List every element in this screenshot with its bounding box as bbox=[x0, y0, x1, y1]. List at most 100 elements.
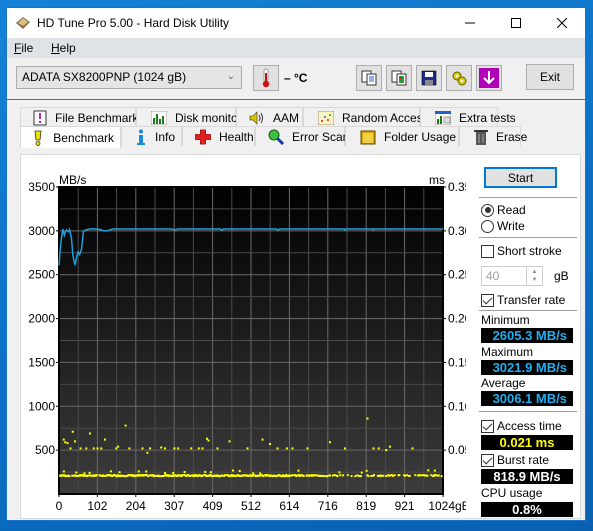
short-stroke-box[interactable] bbox=[481, 244, 494, 258]
access-time-checkbox[interactable]: Access time bbox=[481, 419, 562, 433]
tab-random-access[interactable]: Random Access bbox=[303, 107, 429, 127]
tab-label: Disk monitor bbox=[175, 110, 242, 125]
copy-text-button[interactable] bbox=[356, 65, 382, 91]
radio-write[interactable]: Write bbox=[481, 219, 525, 233]
access-time-point bbox=[259, 472, 262, 475]
start-button[interactable]: Start bbox=[484, 167, 557, 188]
access-time-point bbox=[124, 424, 127, 427]
burst-rate-box[interactable] bbox=[481, 453, 494, 467]
access-time-point bbox=[181, 474, 184, 477]
close-button[interactable] bbox=[539, 8, 585, 38]
download-button[interactable] bbox=[476, 65, 502, 91]
menu-file[interactable]: File bbox=[14, 41, 33, 55]
tab-aam[interactable]: AAM bbox=[236, 107, 303, 127]
y-left-tick-label: 3500 bbox=[28, 180, 55, 194]
access-time-point bbox=[83, 472, 86, 475]
access-time-point bbox=[62, 470, 65, 473]
tab-label: File Benchmark bbox=[55, 110, 139, 125]
tab-extra-tests[interactable]: Extra tests bbox=[420, 107, 516, 127]
access-time-point bbox=[331, 474, 334, 477]
access-time-point bbox=[365, 469, 368, 472]
access-time-point bbox=[149, 447, 151, 450]
tab-label: Folder Usage bbox=[384, 129, 457, 144]
drive-select[interactable]: ADATA SX8200PNP (1024 gB) ⌄ bbox=[16, 66, 242, 89]
temperature-button[interactable] bbox=[253, 65, 279, 91]
tab-file-benchmark[interactable]: File Benchmark bbox=[20, 107, 139, 127]
maximum-value: 3021.9 MB/s bbox=[481, 360, 573, 375]
transfer-rate-box[interactable] bbox=[481, 293, 494, 307]
access-time-point bbox=[206, 437, 208, 440]
access-time-point bbox=[221, 474, 224, 477]
radio-read[interactable]: Read bbox=[481, 203, 526, 217]
x-tick-label: 921 bbox=[395, 499, 415, 513]
tab-benchmark[interactable]: Benchmark bbox=[20, 126, 121, 148]
access-time-point bbox=[145, 470, 148, 473]
tab-error-scan[interactable]: Error Scan bbox=[255, 126, 349, 146]
access-time-point bbox=[274, 475, 277, 478]
access-time-point bbox=[333, 474, 336, 477]
short-stroke-label: Short stroke bbox=[497, 244, 562, 258]
radio-write-label: Write bbox=[497, 219, 525, 233]
access-time-point bbox=[329, 474, 331, 477]
exit-button[interactable]: Exit bbox=[526, 64, 574, 90]
access-time-point bbox=[420, 474, 423, 477]
tab-health[interactable]: Health bbox=[182, 126, 255, 146]
tab-erase[interactable]: Erase bbox=[459, 126, 527, 146]
tab-folder-usage[interactable]: Folder Usage bbox=[345, 126, 459, 146]
x-tick-label: 819 bbox=[356, 499, 376, 513]
access-time-point bbox=[360, 471, 363, 474]
access-time-point bbox=[197, 447, 200, 450]
minimum-value: 2605.3 MB/s bbox=[481, 328, 573, 343]
menu-help[interactable]: Help bbox=[51, 41, 76, 55]
tab-info[interactable]: Info bbox=[121, 126, 182, 146]
access-time-point bbox=[389, 474, 391, 477]
access-time-point bbox=[224, 474, 226, 477]
title-bar: HD Tune Pro 5.00 - Hard Disk Utility bbox=[7, 8, 585, 38]
access-time-point bbox=[71, 430, 74, 433]
maximize-button[interactable] bbox=[493, 8, 539, 38]
access-time-point bbox=[146, 451, 149, 454]
short-stroke-spinner[interactable]: 40 ▲ ▼ bbox=[481, 266, 543, 286]
average-label: Average bbox=[481, 376, 526, 390]
x-tick-label: 409 bbox=[203, 499, 223, 513]
tab-label: Info bbox=[154, 129, 175, 144]
access-time-point bbox=[252, 472, 255, 475]
access-time-point bbox=[261, 438, 264, 441]
tab-disk-monitor[interactable]: Disk monitor bbox=[136, 107, 242, 127]
x-tick-label: 307 bbox=[164, 499, 184, 513]
options-button[interactable] bbox=[446, 65, 472, 91]
access-time-point bbox=[389, 445, 391, 448]
save-button[interactable] bbox=[416, 65, 442, 91]
access-time-point bbox=[419, 474, 421, 477]
y-left-tick-label: 500 bbox=[35, 443, 55, 457]
access-time-point bbox=[404, 474, 406, 477]
minimize-button[interactable] bbox=[447, 8, 493, 38]
spinner-down-icon[interactable]: ▼ bbox=[532, 276, 538, 284]
radio-read-indicator[interactable] bbox=[481, 203, 494, 217]
app-icon bbox=[16, 17, 30, 29]
access-time-box[interactable] bbox=[481, 419, 494, 433]
y-right-unit-label: ms bbox=[429, 173, 445, 187]
burst-rate-checkbox[interactable]: Burst rate bbox=[481, 453, 549, 467]
spinner-up-icon[interactable]: ▲ bbox=[532, 268, 538, 276]
copy-screenshot-button[interactable] bbox=[386, 65, 412, 91]
access-time-point bbox=[380, 474, 383, 477]
tab-label: Benchmark bbox=[53, 130, 114, 145]
start-button-label: Start bbox=[507, 170, 534, 185]
access-time-point bbox=[302, 474, 305, 477]
radio-write-indicator[interactable] bbox=[481, 219, 494, 233]
access-time-point bbox=[232, 469, 235, 472]
minimum-label: Minimum bbox=[481, 313, 530, 327]
access-time-point bbox=[104, 438, 106, 441]
transfer-rate-label: Transfer rate bbox=[497, 293, 566, 307]
access-time-point bbox=[329, 441, 331, 444]
access-time-point bbox=[177, 447, 180, 450]
transfer-rate-checkbox[interactable]: Transfer rate bbox=[481, 293, 565, 307]
short-stroke-checkbox[interactable]: Short stroke bbox=[481, 244, 562, 258]
access-time-point bbox=[89, 432, 91, 435]
separator bbox=[479, 411, 577, 412]
spinner-arrows[interactable]: ▲ ▼ bbox=[526, 267, 542, 285]
access-time-point bbox=[209, 471, 212, 474]
access-time-point bbox=[344, 447, 346, 450]
y-right-tick-label: 0.10 bbox=[448, 399, 466, 413]
